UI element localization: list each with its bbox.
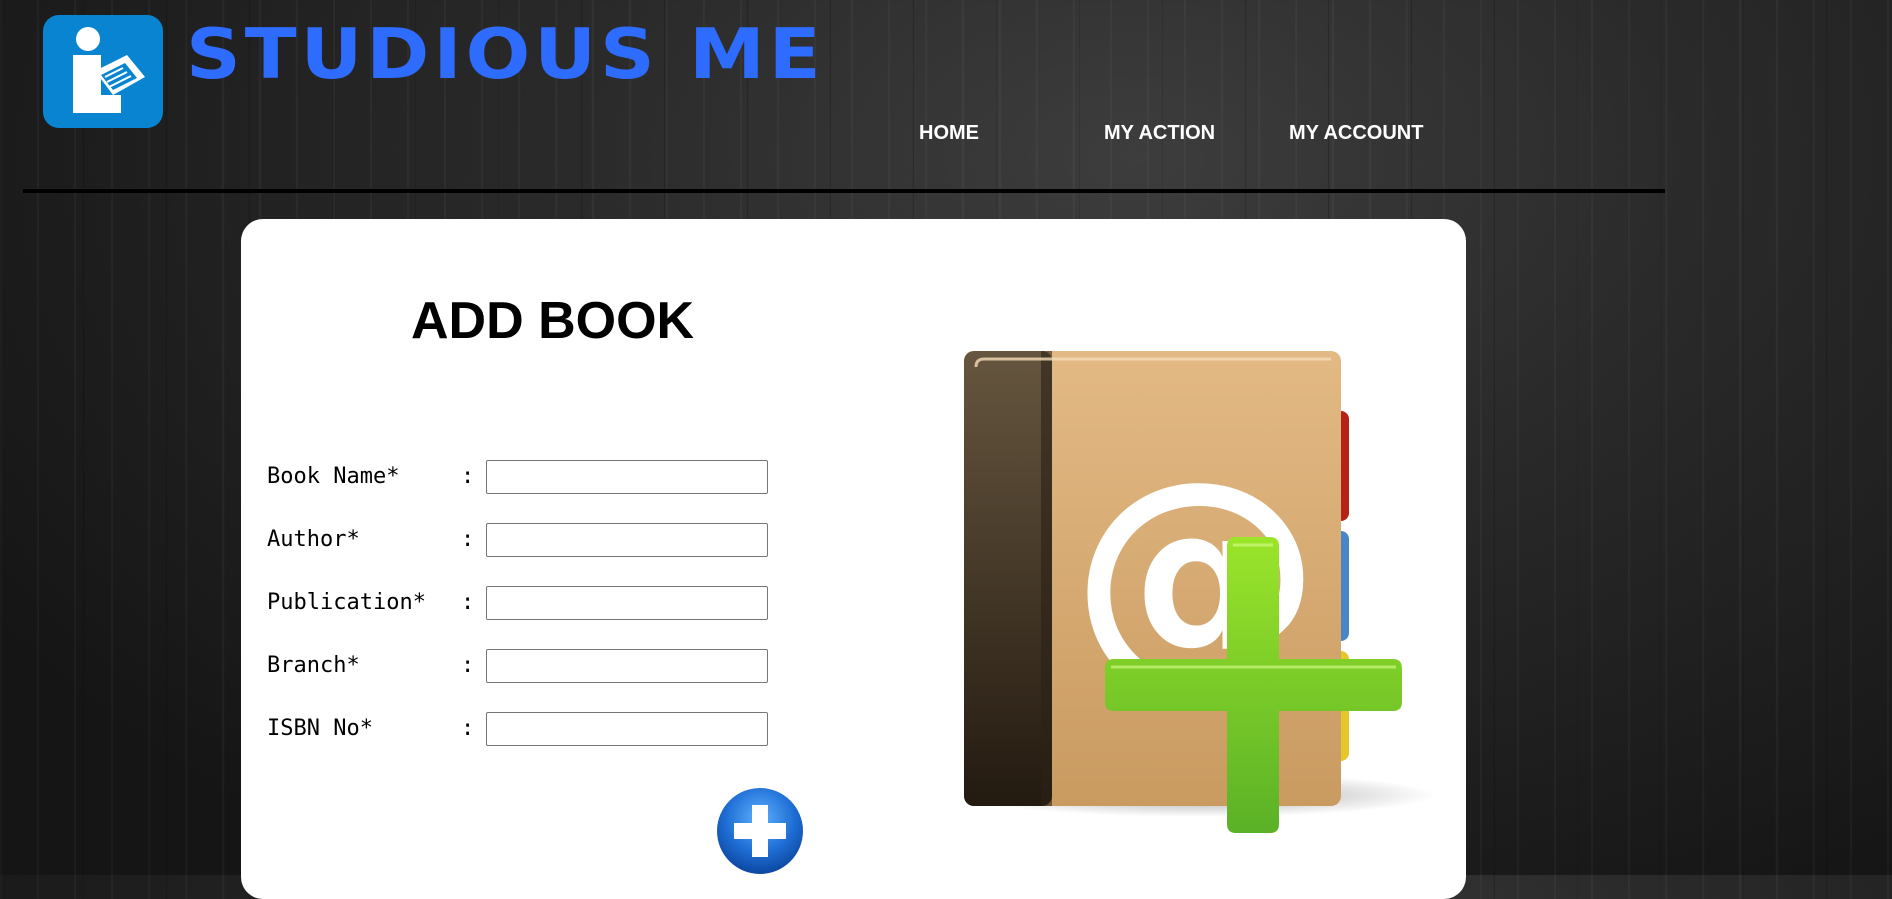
book-name-input[interactable]: [486, 460, 768, 494]
field-separator: :: [461, 464, 475, 489]
nav-my-action[interactable]: MY ACTION: [1104, 122, 1215, 145]
site-title: STUDIOUS ME: [186, 12, 825, 95]
book-name-label: Book Name*: [267, 464, 400, 489]
form-row-isbn: ISBN No* :: [267, 712, 827, 746]
header-divider: [23, 189, 1665, 193]
plus-circle-icon: [717, 788, 803, 874]
library-reader-icon: [73, 27, 145, 113]
publication-input[interactable]: [486, 586, 768, 620]
add-book-panel: ADD BOOK Book Name* : Author* : Publicat…: [241, 219, 1466, 899]
form-row-book-name: Book Name* :: [267, 460, 827, 494]
branch-input[interactable]: [486, 649, 768, 683]
page-title: ADD BOOK: [411, 292, 695, 350]
form-row-branch: Branch* :: [267, 649, 827, 683]
nav-my-account[interactable]: MY ACCOUNT: [1289, 122, 1423, 145]
logo-icon: [43, 15, 163, 128]
author-label: Author*: [267, 527, 360, 552]
branch-label: Branch*: [267, 653, 360, 678]
form-row-author: Author* :: [267, 523, 827, 557]
field-separator: :: [461, 716, 475, 741]
add-book-submit-button[interactable]: [716, 787, 804, 875]
field-separator: :: [461, 653, 475, 678]
author-input[interactable]: [486, 523, 768, 557]
field-separator: :: [461, 590, 475, 615]
form-row-publication: Publication* :: [267, 586, 827, 620]
field-separator: :: [461, 527, 475, 552]
isbn-input[interactable]: [486, 712, 768, 746]
publication-label: Publication*: [267, 590, 426, 615]
nav-home[interactable]: HOME: [919, 122, 979, 145]
isbn-label: ISBN No*: [267, 716, 373, 741]
address-book-add-icon: @: [964, 351, 1436, 833]
